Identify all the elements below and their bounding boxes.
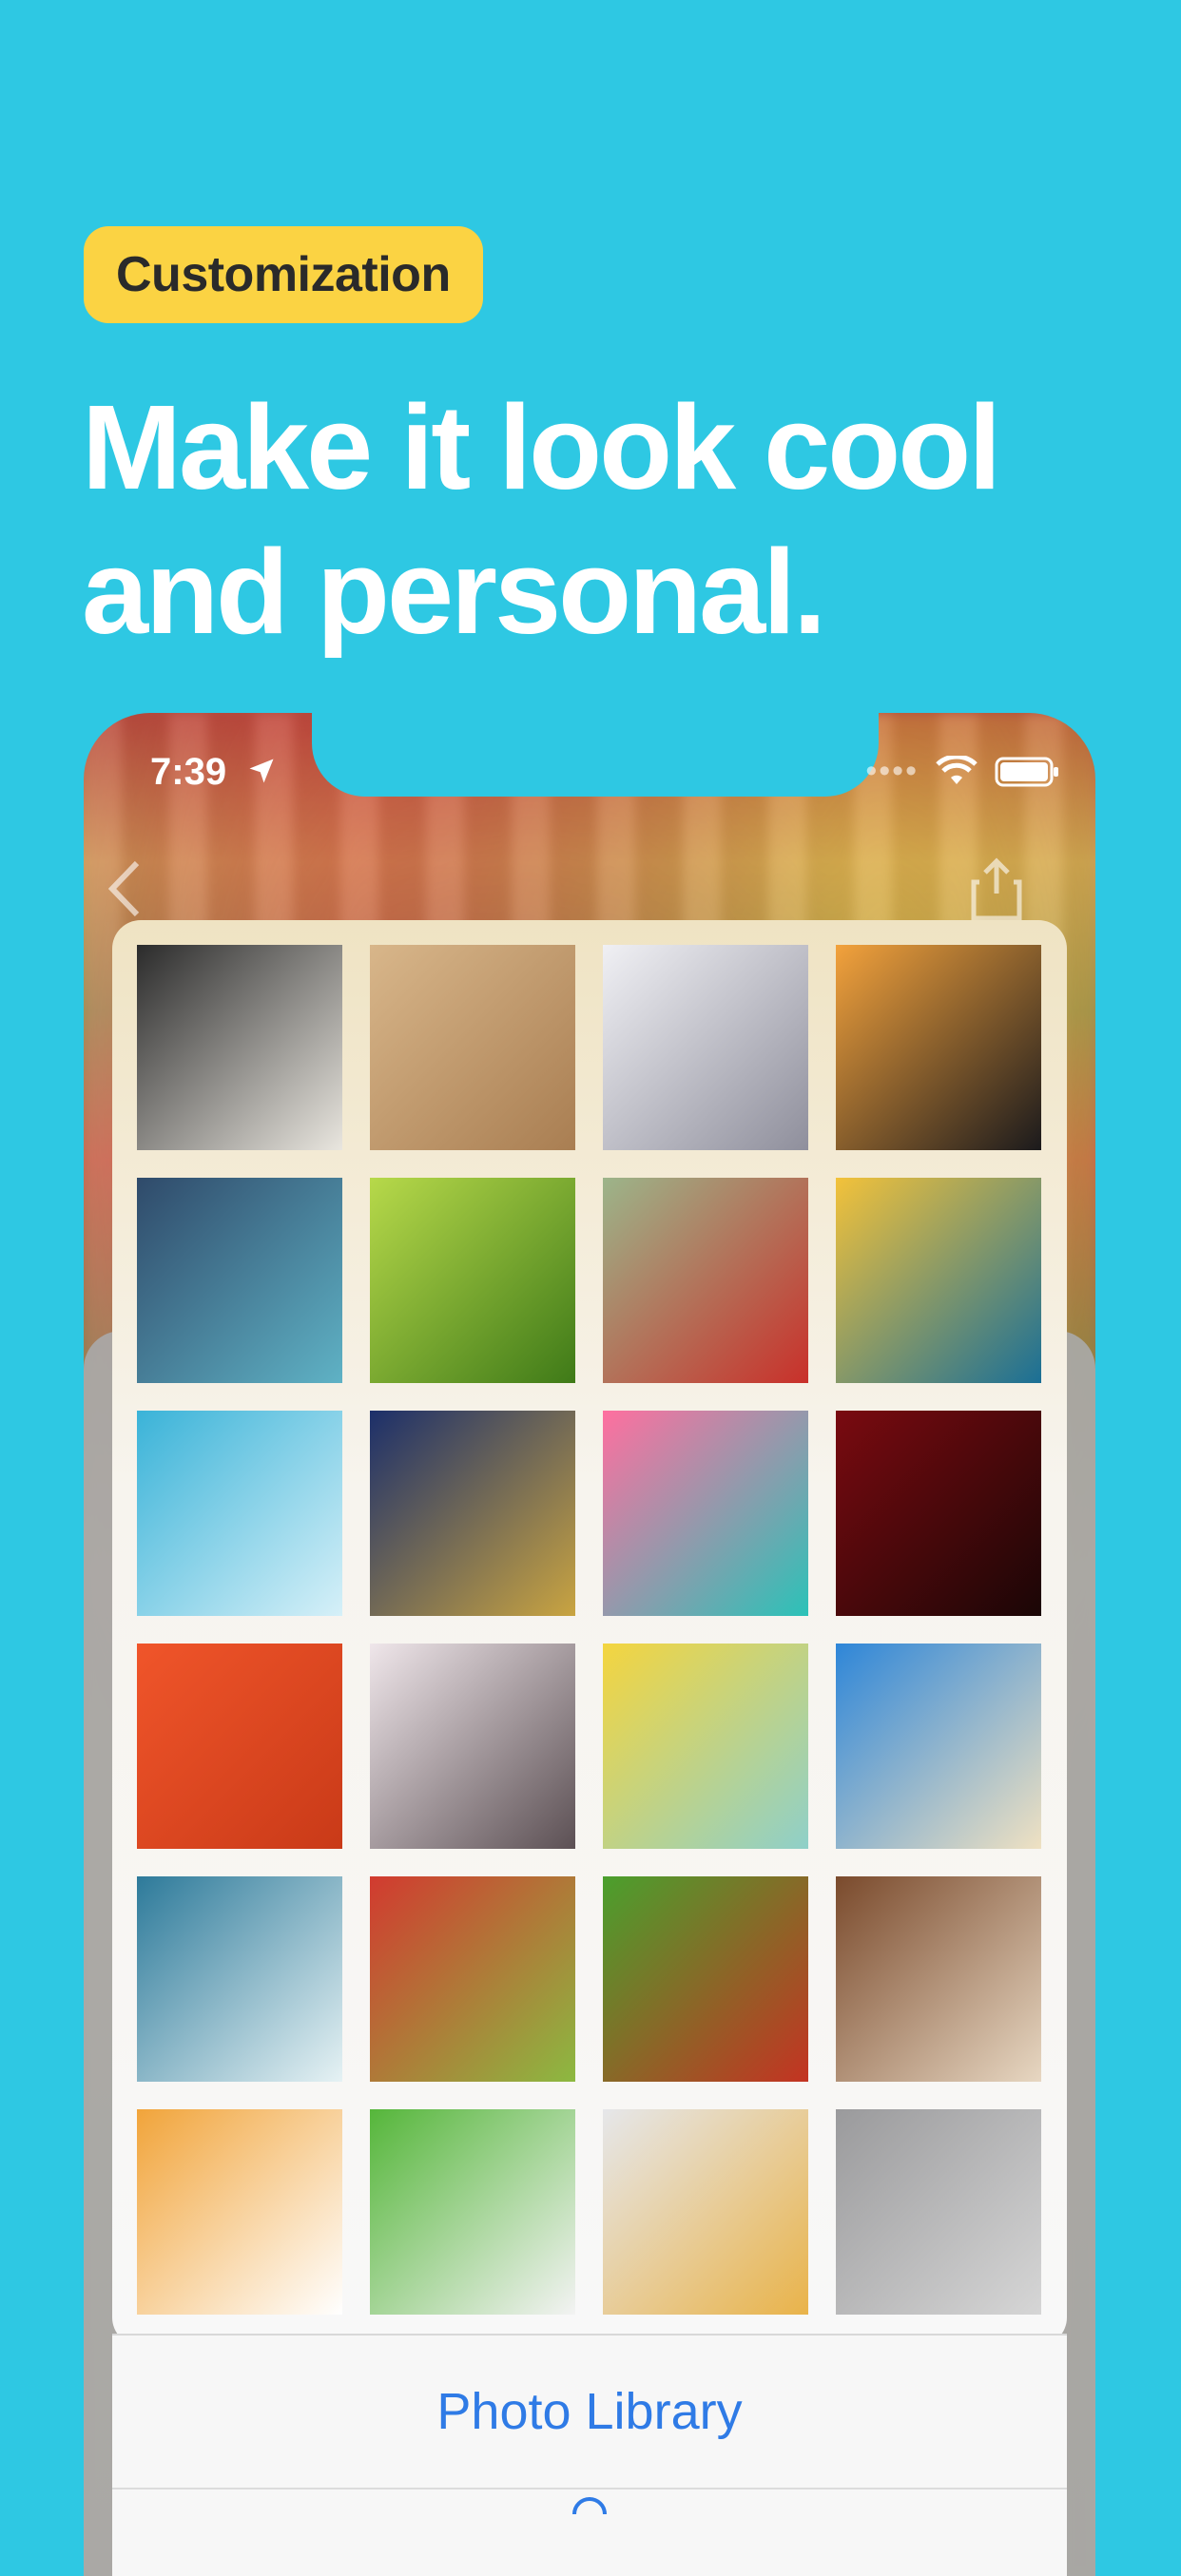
- photo-tile-bananas-pink-teal[interactable]: [603, 1411, 808, 1616]
- photo-tile-living-room-interior[interactable]: [836, 2109, 1041, 2315]
- photo-tile-water-drops-on-sand[interactable]: [370, 945, 575, 1150]
- photo-tile-ocean-wave-crash[interactable]: [137, 1876, 342, 2082]
- wifi-icon: [936, 755, 978, 784]
- photo-tile-green-leaves-closeup[interactable]: [370, 1178, 575, 1383]
- photo-tile-sale-tags[interactable]: [137, 2109, 342, 2315]
- photo-tile-red-wine-glass[interactable]: [836, 1411, 1041, 1616]
- photo-tile-beach-umbrella[interactable]: [836, 1644, 1041, 1849]
- photo-grid: [112, 920, 1067, 2346]
- share-icon[interactable]: [970, 855, 1023, 922]
- photo-tile-orange-texture[interactable]: [137, 1644, 342, 1849]
- photo-tile-shopping-cart-vegetables[interactable]: [370, 1876, 575, 2082]
- photo-tile-vegetable-basket[interactable]: [603, 1876, 808, 2082]
- photo-tile-gift-box-wooden-table[interactable]: [836, 1876, 1041, 2082]
- phone-mockup: 7:39 •••• Photo Library: [84, 713, 1095, 2576]
- photo-tile-black-white-wave-pavement[interactable]: [137, 945, 342, 1150]
- photo-library-label: Photo Library: [436, 2383, 743, 2440]
- headline: Make it look cool and personal.: [82, 375, 1147, 664]
- location-arrow-icon: [249, 759, 274, 783]
- signal-dots-icon: ••••: [865, 753, 919, 789]
- photo-tile-blue-flowers-at-sunset[interactable]: [836, 1178, 1041, 1383]
- headline-line-2: and personal.: [82, 525, 826, 659]
- photo-tile-sticky-notes[interactable]: [603, 1644, 808, 1849]
- battery-icon: [995, 757, 1058, 786]
- photo-tile-blue-gold-marble[interactable]: [370, 1411, 575, 1616]
- photo-tile-red-poppies-field[interactable]: [603, 1178, 808, 1383]
- photo-tile-cherry-blossoms[interactable]: [370, 1644, 575, 1849]
- headline-line-1: Make it look cool: [82, 380, 1001, 514]
- photo-library-button[interactable]: Photo Library: [112, 2336, 1067, 2489]
- photo-tile-white-ice-splash[interactable]: [603, 945, 808, 1150]
- phone-notch: [312, 713, 879, 797]
- action-sheet: Photo Library: [112, 2334, 1067, 2576]
- photo-tile-sunset-over-hills[interactable]: [836, 945, 1041, 1150]
- badge-label: Customization: [116, 247, 451, 302]
- photo-tile-blue-water-drops[interactable]: [137, 1411, 342, 1616]
- photo-tile-paint-swatches-floorplan[interactable]: [603, 2109, 808, 2315]
- partial-option-icon: [572, 2497, 607, 2514]
- back-chevron-icon[interactable]: [101, 855, 148, 922]
- camera-option-partial[interactable]: [112, 2495, 1067, 2576]
- customization-badge: Customization: [84, 226, 483, 323]
- status-time: 7:39: [150, 751, 227, 793]
- photo-tile-stormy-ocean-wave[interactable]: [137, 1178, 342, 1383]
- status-indicators: ••••: [865, 753, 1061, 790]
- photo-tile-colorful-shopping-bags[interactable]: [370, 2109, 575, 2315]
